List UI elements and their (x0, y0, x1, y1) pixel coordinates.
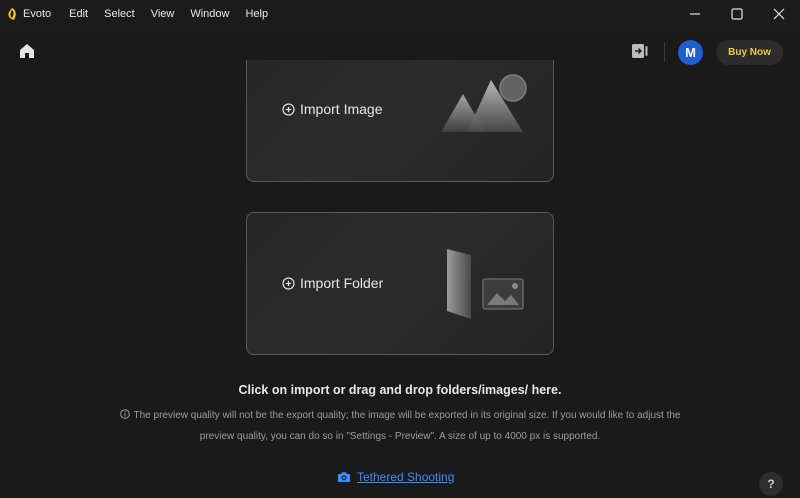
tethered-shooting-label: Tethered Shooting (357, 470, 455, 484)
menu-select[interactable]: Select (104, 8, 135, 20)
plus-circle-icon (282, 276, 295, 290)
maximize-icon (731, 8, 743, 20)
import-image-label: Import Image (300, 101, 383, 117)
home-button[interactable] (18, 42, 36, 60)
menu-help[interactable]: Help (245, 8, 268, 20)
minimize-icon (690, 13, 700, 15)
folder-image-icon (447, 249, 524, 319)
menu-window[interactable]: Window (190, 8, 229, 20)
import-image-card[interactable]: Import Image (246, 60, 554, 182)
toolbar-divider (664, 42, 665, 62)
avatar[interactable]: M (678, 40, 703, 65)
app-name: Evoto (23, 8, 52, 20)
evoto-logo-icon (8, 8, 16, 20)
title-bar: Evoto Edit Select View Window Help (0, 0, 800, 28)
info-icon (119, 409, 130, 419)
import-folder-card[interactable]: Import Folder (246, 212, 554, 355)
import-image-label-group: Import Image (282, 101, 382, 117)
camera-icon (338, 472, 350, 482)
notice-line-2: preview quality, you can do so in "Setti… (199, 431, 601, 442)
menu-view[interactable]: View (151, 8, 175, 20)
export-icon (632, 44, 648, 58)
home-icon (20, 44, 34, 58)
tethered-shooting-link[interactable]: Tethered Shooting (337, 470, 454, 484)
help-button[interactable]: ? (759, 472, 783, 496)
export-button[interactable] (631, 42, 649, 60)
buy-now-button[interactable]: Buy Now (716, 40, 783, 65)
maximize-button[interactable] (716, 0, 758, 28)
drag-drop-hint: Click on import or drag and drop folders… (238, 383, 562, 397)
notice-line-1: The preview quality will not be the expo… (133, 410, 681, 421)
close-button[interactable] (758, 0, 800, 28)
close-icon (773, 8, 785, 20)
import-folder-label-group: Import Folder (282, 275, 383, 291)
import-folder-label: Import Folder (300, 275, 384, 291)
window-controls (674, 0, 800, 28)
menu-edit[interactable]: Edit (69, 8, 88, 20)
preview-quality-notice: The preview quality will not be the expo… (80, 405, 720, 447)
minimize-button[interactable] (674, 0, 716, 28)
plus-circle-icon (282, 102, 295, 116)
mountain-image-icon (441, 74, 527, 132)
menu-bar: Evoto Edit Select View Window Help (23, 8, 284, 20)
